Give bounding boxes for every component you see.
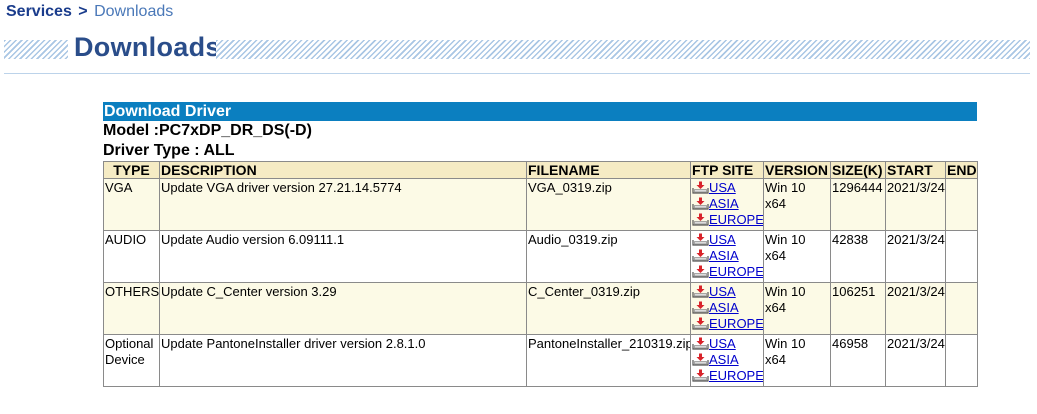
cell-end	[945, 334, 978, 387]
download-icon	[692, 265, 709, 278]
ftp-link-usa[interactable]: USA	[692, 232, 762, 248]
ftp-link-europe-label: EUROPE	[709, 316, 764, 331]
breadcrumb-current: Downloads	[94, 3, 174, 20]
cell-end	[945, 178, 978, 231]
col-version-header: VERSION	[763, 161, 831, 179]
cell-description: Update VGA driver version 27.21.14.5774	[159, 178, 527, 231]
ftp-link-europe-label: EUROPE	[709, 212, 764, 227]
ftp-link-usa-label: USA	[709, 284, 736, 299]
cell-start: 2021/3/24	[885, 230, 946, 283]
cell-type: VGA	[103, 178, 160, 231]
col-ftp-site-header: FTP SITE	[690, 161, 764, 179]
model-label: Model :PC7xDP_DR_DS(-D)	[103, 122, 312, 139]
ftp-link-europe[interactable]: EUROPE	[692, 264, 764, 280]
cell-filename: C_Center_0319.zip	[526, 282, 691, 335]
download-icon	[692, 249, 709, 262]
cell-filename: VGA_0319.zip	[526, 178, 691, 231]
download-icon	[692, 369, 709, 382]
cell-version: Win 10 x64	[763, 282, 831, 335]
ftp-link-europe-label: EUROPE	[709, 368, 764, 383]
driver-type-label: Driver Type : ALL	[103, 142, 235, 159]
breadcrumb-separator: >	[78, 3, 88, 20]
ftp-link-usa[interactable]: USA	[692, 336, 762, 352]
breadcrumb-services-link[interactable]: Services	[6, 3, 72, 20]
cell-version: Win 10 x64	[763, 230, 831, 283]
cell-type: AUDIO	[103, 230, 160, 283]
cell-end	[945, 230, 978, 283]
ftp-link-asia-label: ASIA	[709, 248, 739, 263]
cell-description: Update Audio version 6.09111.1	[159, 230, 527, 283]
table-row: AUDIO Update Audio version 6.09111.1 Audio…	[103, 230, 978, 283]
ftp-link-usa-label: USA	[709, 232, 736, 247]
cell-description: Update PantoneInstaller driver version 2…	[159, 334, 527, 387]
cell-size: 1296444	[830, 178, 886, 231]
download-icon	[692, 353, 709, 366]
download-icon	[692, 317, 709, 330]
cell-type: OTHERS	[103, 282, 160, 335]
cell-ftp-site: USA ASIA EUROPE	[690, 282, 764, 335]
table-row: Optional Device Update PantoneInstaller d…	[103, 334, 978, 387]
ftp-link-asia-label: ASIA	[709, 352, 739, 367]
ftp-link-asia[interactable]: ASIA	[692, 300, 762, 316]
download-section: Download Driver Model :PC7xDP_DR_DS(-D) …	[103, 102, 978, 387]
breadcrumb: Services > Downloads	[6, 3, 173, 21]
page-title-bar: Downloads	[4, 32, 1030, 64]
col-filename-header: FILENAME	[526, 161, 691, 179]
ftp-link-europe-label: EUROPE	[709, 264, 764, 279]
cell-ftp-site: USA ASIA EUROPE	[690, 230, 764, 283]
page-title: Downloads	[74, 32, 221, 62]
cell-start: 2021/3/24	[885, 334, 946, 387]
download-table: TYPE DESCRIPTION FILENAME FTP SITE VERSI…	[103, 161, 978, 387]
cell-ftp-site: USA ASIA EUROPE	[690, 334, 764, 387]
ftp-link-asia[interactable]: ASIA	[692, 248, 762, 264]
col-end-header: END	[945, 161, 978, 179]
title-divider	[4, 73, 1030, 74]
download-icon	[692, 337, 709, 350]
ftp-link-asia-label: ASIA	[709, 300, 739, 315]
cell-size: 42838	[830, 230, 886, 283]
download-driver-header: Download Driver	[103, 102, 977, 121]
cell-filename: PantoneInstaller_210319.zip	[526, 334, 691, 387]
title-hatch-right	[216, 40, 1030, 59]
col-type-header: TYPE	[103, 161, 160, 179]
ftp-link-asia[interactable]: ASIA	[692, 196, 762, 212]
ftp-link-asia-label: ASIA	[709, 196, 739, 211]
download-icon	[692, 233, 709, 246]
ftp-link-europe[interactable]: EUROPE	[692, 212, 764, 228]
ftp-link-usa-label: USA	[709, 180, 736, 195]
ftp-link-europe[interactable]: EUROPE	[692, 316, 764, 332]
download-icon	[692, 285, 709, 298]
cell-end	[945, 282, 978, 335]
download-icon	[692, 197, 709, 210]
download-icon	[692, 301, 709, 314]
ftp-link-europe[interactable]: EUROPE	[692, 368, 764, 384]
download-icon	[692, 213, 709, 226]
cell-version: Win 10 x64	[763, 178, 831, 231]
table-header-row: TYPE DESCRIPTION FILENAME FTP SITE VERSI…	[103, 161, 978, 179]
col-description-header: DESCRIPTION	[159, 161, 527, 179]
cell-version: Win 10 x64	[763, 334, 831, 387]
cell-type: Optional Device	[103, 334, 160, 387]
cell-size: 106251	[830, 282, 886, 335]
cell-start: 2021/3/24	[885, 178, 946, 231]
download-icon	[692, 181, 709, 194]
title-hatch-left	[4, 40, 68, 59]
col-size-header: SIZE(K)	[830, 161, 886, 179]
ftp-link-usa[interactable]: USA	[692, 284, 762, 300]
cell-filename: Audio_0319.zip	[526, 230, 691, 283]
cell-size: 46958	[830, 334, 886, 387]
table-row: OTHERS Update C_Center version 3.29 C_Cent…	[103, 282, 978, 335]
ftp-link-asia[interactable]: ASIA	[692, 352, 762, 368]
cell-description: Update C_Center version 3.29	[159, 282, 527, 335]
col-start-header: START	[885, 161, 946, 179]
cell-start: 2021/3/24	[885, 282, 946, 335]
ftp-link-usa-label: USA	[709, 336, 736, 351]
table-row: VGA Update VGA driver version 27.21.14.57…	[103, 178, 978, 231]
ftp-link-usa[interactable]: USA	[692, 180, 762, 196]
cell-ftp-site: USA ASIA EUROPE	[690, 178, 764, 231]
